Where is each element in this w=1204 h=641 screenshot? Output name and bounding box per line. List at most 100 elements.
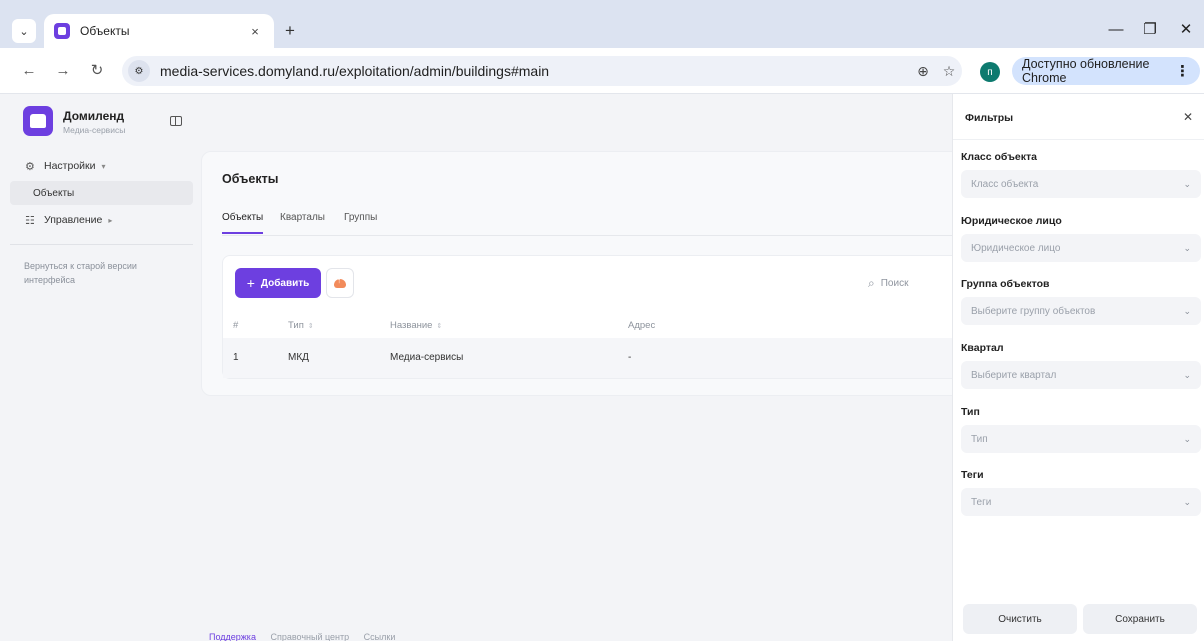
- chevron-down-icon: ⌄: [1183, 369, 1191, 380]
- select-placeholder: Теги: [971, 496, 992, 508]
- close-icon[interactable]: ✕: [1181, 110, 1195, 124]
- url-text[interactable]: media-services.domyland.ru/exploitation/…: [160, 63, 910, 79]
- sort-icon: ⇕: [307, 323, 314, 330]
- sort-icon: ⇕: [436, 323, 443, 330]
- site-favicon-icon: [54, 23, 70, 39]
- brand-subtitle: Медиа-сервисы: [63, 125, 126, 135]
- search-placeholder: Поиск: [880, 277, 909, 289]
- tags-select[interactable]: Теги ⌄: [961, 488, 1201, 516]
- page-title: Объекты: [222, 172, 279, 186]
- quarter-select[interactable]: Выберите квартал ⌄: [961, 361, 1201, 389]
- select-placeholder: Юридическое лицо: [971, 242, 1061, 254]
- forward-arrow-icon[interactable]: →: [54, 62, 72, 80]
- sidebar-item-management[interactable]: ☷ Управление ▸: [10, 208, 193, 232]
- filters-footer: Очистить Сохранить: [953, 590, 1204, 641]
- side-menu: ⚙ Настройки ▾ Объекты ☷ Управление ▸: [10, 154, 193, 235]
- column-header-label: Тип: [288, 320, 304, 331]
- filter-label-type: Тип: [961, 406, 980, 418]
- minimize-button[interactable]: —: [1106, 22, 1126, 38]
- object-class-select[interactable]: Класс объекта ⌄: [961, 170, 1201, 198]
- close-window-button[interactable]: ✕: [1176, 22, 1196, 38]
- zoom-icon[interactable]: ⊕: [910, 63, 936, 80]
- caret-down-icon: ▾: [101, 161, 106, 171]
- column-header-type[interactable]: Тип ⇕: [288, 320, 314, 331]
- table-row[interactable]: [223, 338, 963, 378]
- sidebar-item-label: Объекты: [33, 187, 75, 199]
- footer-links: Поддержка Справочный центр Ссылки: [209, 632, 407, 641]
- sidebar: Домиленд Медиа-сервисы ⚙ Настройки ▾ Объ…: [0, 94, 200, 641]
- caret-right-icon: ▸: [108, 215, 113, 225]
- tab-title: Объекты: [80, 24, 130, 38]
- site-info-icon[interactable]: ⚙: [128, 60, 150, 82]
- old-version-link[interactable]: Вернуться к старой версии интерфейса: [24, 259, 184, 287]
- chevron-down-icon: ⌄: [1183, 242, 1191, 253]
- type-select[interactable]: Тип ⌄: [961, 425, 1201, 453]
- clear-button[interactable]: Очистить: [963, 604, 1077, 634]
- filter-label-object-class: Класс объекта: [961, 151, 1038, 163]
- select-placeholder: Выберите группу объектов: [971, 305, 1096, 317]
- chrome-update-button[interactable]: Доступно обновление Chrome ⋮: [1012, 57, 1200, 85]
- select-placeholder: Класс объекта: [971, 178, 1039, 190]
- filter-label-tags: Теги: [961, 469, 984, 481]
- add-button[interactable]: + Добавить: [235, 268, 321, 298]
- filter-label-quarter: Квартал: [961, 342, 1004, 354]
- browser-tab[interactable]: Объекты ×: [44, 14, 274, 48]
- filters-title: Фильтры: [965, 112, 1014, 124]
- legal-entity-select[interactable]: Юридическое лицо ⌄: [961, 234, 1201, 262]
- back-arrow-icon[interactable]: ←: [20, 62, 38, 80]
- new-tab-button[interactable]: +: [280, 21, 300, 41]
- footer-link-support[interactable]: Поддержка: [209, 632, 256, 641]
- chevron-down-icon: ⌄: [1183, 496, 1191, 507]
- sidebar-item-settings[interactable]: ⚙ Настройки ▾: [10, 154, 193, 178]
- upload-button[interactable]: [326, 268, 354, 298]
- cloud-upload-icon: [334, 276, 346, 288]
- restore-button[interactable]: ❐: [1140, 22, 1160, 38]
- filters-header: Фильтры ✕: [953, 94, 1204, 140]
- tab-objects[interactable]: Объекты: [222, 212, 264, 234]
- chevron-down-icon: ⌄: [1183, 305, 1191, 316]
- object-group-select[interactable]: Выберите группу объектов ⌄: [961, 297, 1201, 325]
- filter-label-object-group: Группа объектов: [961, 278, 1050, 290]
- select-placeholder: Выберите квартал: [971, 369, 1057, 381]
- gear-icon: ⚙: [25, 160, 35, 173]
- menu-kebab-icon[interactable]: ⋮: [1175, 62, 1190, 80]
- objects-table-card: + Добавить ⌕ Поиск # Тип⇕ Название⇕ Адре…: [222, 255, 963, 379]
- chevron-down-icon: ⌄: [1183, 178, 1191, 189]
- save-button[interactable]: Сохранить: [1083, 604, 1197, 634]
- chevron-down-icon: ⌄: [1183, 433, 1191, 444]
- sidebar-divider: [10, 244, 193, 245]
- column-header-label: Название: [390, 320, 433, 331]
- brand-logo-icon[interactable]: [23, 106, 53, 136]
- profile-avatar[interactable]: п: [980, 62, 1000, 82]
- filters-drawer: Фильтры ✕ Класс объекта Класс объекта ⌄ …: [952, 94, 1204, 641]
- footer-link-help[interactable]: Справочный центр: [270, 632, 349, 641]
- sidebar-collapse-icon[interactable]: [170, 116, 182, 126]
- reload-icon[interactable]: ↻: [88, 62, 106, 80]
- search-input[interactable]: ⌕ Поиск: [868, 269, 963, 297]
- tab-close-icon[interactable]: ×: [246, 24, 264, 39]
- plus-icon: +: [246, 275, 255, 291]
- search-icon: ⌕: [868, 275, 875, 290]
- cell-number: 1: [233, 352, 239, 363]
- section-tabs: Объекты Кварталы Группы: [222, 210, 962, 236]
- tab-quarters[interactable]: Кварталы: [280, 212, 325, 234]
- cell-type: МКД: [288, 352, 309, 363]
- objects-card: Объекты Объекты Кварталы Группы + Добави…: [201, 151, 963, 396]
- tab-groups[interactable]: Группы: [344, 212, 377, 234]
- tab-search-chevron-icon[interactable]: ⌄: [12, 19, 36, 43]
- footer-link-links[interactable]: Ссылки: [364, 632, 396, 641]
- column-header-address: Адрес: [628, 320, 656, 331]
- column-header-name[interactable]: Название ⇕: [390, 320, 442, 331]
- address-bar[interactable]: ⚙ media-services.domyland.ru/exploitatio…: [122, 56, 962, 86]
- browser-tab-bar: ⌄ Объекты × + — ❐ ✕: [0, 0, 1204, 48]
- brand-name: Домиленд: [63, 109, 125, 123]
- select-placeholder: Тип: [971, 433, 988, 445]
- bookmark-star-icon[interactable]: ☆: [936, 63, 962, 80]
- app-root: Домиленд Медиа-сервисы ⚙ Настройки ▾ Объ…: [0, 94, 1204, 641]
- column-header-number: #: [233, 320, 239, 331]
- sidebar-item-objects[interactable]: Объекты: [10, 181, 193, 205]
- cell-name: Медиа-сервисы: [390, 352, 464, 363]
- sidebar-item-label: Настройки: [44, 160, 96, 172]
- update-label: Доступно обновление Chrome: [1022, 57, 1150, 85]
- filter-label-legal-entity: Юридическое лицо: [961, 215, 1062, 227]
